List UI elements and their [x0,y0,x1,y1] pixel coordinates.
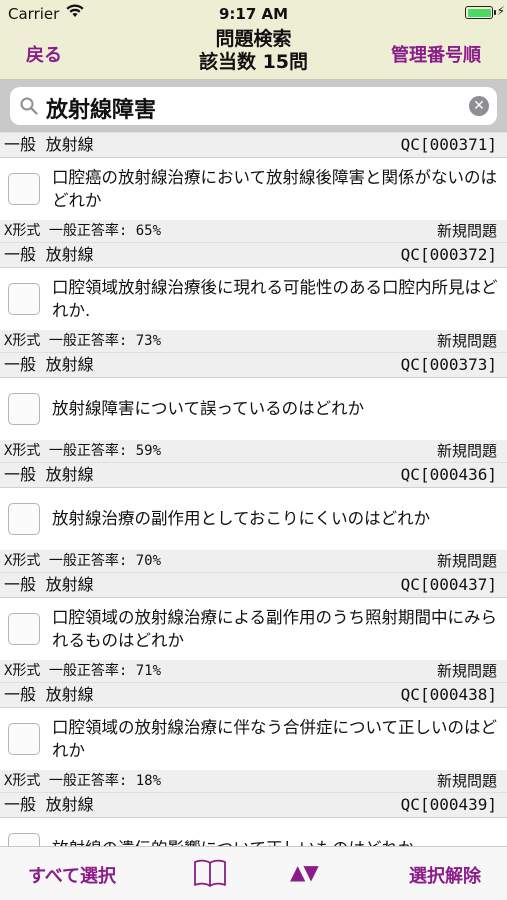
item-code: QC[000439] [400,795,497,814]
list-item[interactable]: 一般 放射線 QC[000439] 放射線の遺伝的影響について正しいものはどれか [0,792,507,846]
item-checkbox[interactable] [8,393,40,425]
item-header: 一般 放射線 QC[000373] [0,352,507,378]
item-format: X形式 一般正答率: 18% [4,773,162,789]
item-code: QC[000373] [400,355,497,374]
book-icon[interactable] [193,858,227,892]
item-checkbox[interactable] [8,283,40,315]
item-header: 一般 放射線 QC[000372] [0,242,507,268]
search-icon [20,97,38,119]
item-checkbox[interactable] [8,833,40,846]
item-footer: X形式 一般正答率: 70% 新規問題 [0,550,507,572]
item-body: 口腔領域の放射線治療に伴なう合併症について正しいのはどれか [0,708,507,770]
item-status: 新規問題 [436,332,497,350]
list-item[interactable]: 一般 放射線 QC[000373] 放射線障害について誤っているのはどれか X形… [0,352,507,462]
item-footer: X形式 一般正答率: 18% 新規問題 [0,770,507,792]
item-category: 一般 放射線 [4,245,94,264]
item-footer: X形式 一般正答率: 71% 新規問題 [0,660,507,682]
sort-by-id-button[interactable]: 管理番号順 [391,41,481,67]
charging-icon: ⚡ [496,4,505,18]
status-bar: Carrier 9:17 AM ⚡ [0,0,507,28]
navigation-bar: 戻る 問題検索 該当数 15問 管理番号順 [0,28,507,80]
item-status: 新規問題 [436,772,497,790]
clear-search-icon[interactable]: ✕ [469,96,489,116]
item-header: 一般 放射線 QC[000439] [0,792,507,818]
item-category: 一般 放射線 [4,355,94,374]
item-status: 新規問題 [436,222,497,240]
item-status: 新規問題 [436,552,497,570]
item-category: 一般 放射線 [4,685,94,704]
item-question: 放射線治療の副作用としておこりにくいのはどれか [52,509,431,528]
item-checkbox[interactable] [8,503,40,535]
item-category: 一般 放射線 [4,575,94,594]
item-code: QC[000438] [400,685,497,704]
clear-selection-button[interactable]: 選択解除 [409,862,481,888]
item-body: 口腔領域の放射線治療による副作用のうち照射期間中にみられるものはどれか [0,598,507,660]
clock: 9:17 AM [218,5,289,23]
item-header: 一般 放射線 QC[000371] [0,132,507,158]
item-footer: X形式 一般正答率: 73% 新規問題 [0,330,507,352]
sort-order-icon[interactable]: ▲▼ [290,860,319,884]
item-category: 一般 放射線 [4,135,94,154]
item-format: X形式 一般正答率: 71% [4,663,162,679]
select-all-button[interactable]: すべて選択 [28,862,116,888]
item-category: 一般 放射線 [4,465,94,484]
item-question: 口腔癌の放射線治療において放射線後障害と関係がないのはどれか [52,168,498,210]
item-body: 口腔領域放射線治療後に現れる可能性のある口腔内所見はどれか. [0,268,507,330]
battery-icon [465,6,496,19]
item-status: 新規問題 [436,662,497,680]
item-header: 一般 放射線 QC[000438] [0,682,507,708]
item-header: 一般 放射線 QC[000437] [0,572,507,598]
question-list: 一般 放射線 QC[000371] 口腔癌の放射線治療において放射線後障害と関係… [0,132,507,846]
bottom-toolbar: すべて選択 ▲▼ 選択解除 [0,846,507,900]
item-code: QC[000436] [400,465,497,484]
item-format: X形式 一般正答率: 73% [4,333,162,349]
item-question: 口腔領域の放射線治療による副作用のうち照射期間中にみられるものはどれか [52,608,498,650]
search-query: 放射線障害 [46,98,157,123]
item-checkbox[interactable] [8,173,40,205]
item-body: 放射線治療の副作用としておこりにくいのはどれか [0,488,507,550]
list-item[interactable]: 一般 放射線 QC[000371] 口腔癌の放射線治療において放射線後障害と関係… [0,132,507,242]
item-status: 新規問題 [436,442,497,460]
item-checkbox[interactable] [8,723,40,755]
item-format: X形式 一般正答率: 59% [4,443,162,459]
item-body: 放射線障害について誤っているのはどれか [0,378,507,440]
item-code: QC[000371] [400,135,497,154]
item-question: 口腔領域の放射線治療に伴なう合併症について正しいのはどれか [52,718,498,760]
item-footer: X形式 一般正答率: 59% 新規問題 [0,440,507,462]
item-body: 放射線の遺伝的影響について正しいものはどれか [0,818,507,846]
item-footer: X形式 一般正答率: 65% 新規問題 [0,220,507,242]
list-item[interactable]: 一般 放射線 QC[000436] 放射線治療の副作用としておこりにくいのはどれ… [0,462,507,572]
item-question: 放射線の遺伝的影響について正しいものはどれか [52,837,498,846]
item-format: X形式 一般正答率: 70% [4,553,162,569]
item-code: QC[000372] [400,245,497,264]
item-category: 一般 放射線 [4,795,94,814]
search-input[interactable]: 放射線障害 ✕ [10,87,497,125]
list-item[interactable]: 一般 放射線 QC[000372] 口腔領域放射線治療後に現れる可能性のある口腔… [0,242,507,352]
list-item[interactable]: 一般 放射線 QC[000437] 口腔領域の放射線治療による副作用のうち照射期… [0,572,507,682]
search-bar: 放射線障害 ✕ [0,80,507,132]
item-header: 一般 放射線 QC[000436] [0,462,507,488]
item-question: 口腔領域放射線治療後に現れる可能性のある口腔内所見はどれか. [52,278,498,320]
item-format: X形式 一般正答率: 65% [4,223,162,239]
list-item[interactable]: 一般 放射線 QC[000438] 口腔領域の放射線治療に伴なう合併症について正… [0,682,507,792]
item-code: QC[000437] [400,575,497,594]
item-question: 放射線障害について誤っているのはどれか [52,399,365,418]
item-checkbox[interactable] [8,613,40,645]
item-body: 口腔癌の放射線治療において放射線後障害と関係がないのはどれか [0,158,507,220]
